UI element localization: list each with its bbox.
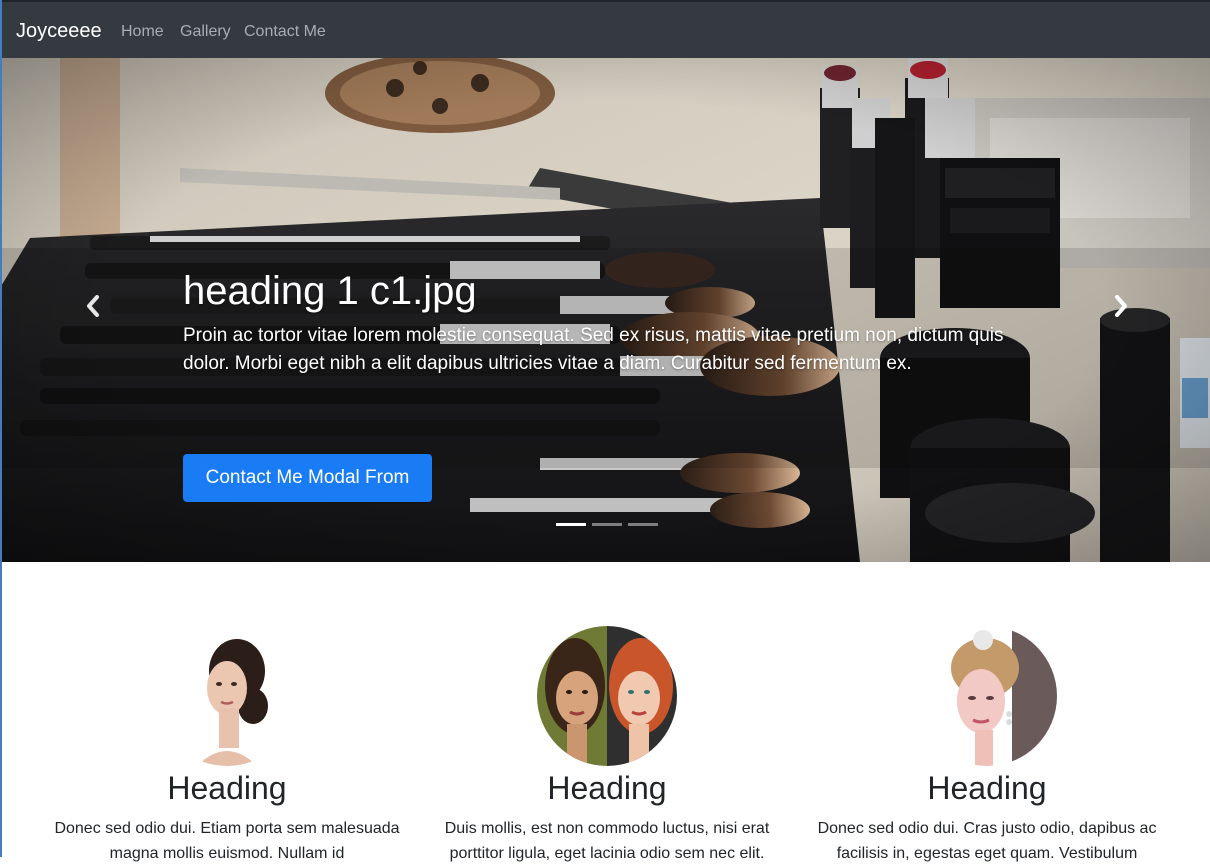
carousel-indicator[interactable] [592, 523, 622, 526]
nav-link-contact-me[interactable]: Contact Me [244, 22, 326, 42]
feature-heading: Heading [927, 770, 1047, 806]
feature-text: Donec sed odio dui. Cras justo odio, dap… [817, 820, 1157, 862]
carousel-caption-title: heading 1 c1.jpg [183, 269, 477, 313]
carousel-next-button[interactable] [1106, 291, 1136, 321]
chevron-right-icon [1115, 295, 1127, 317]
nav-link-gallery[interactable]: Gallery [180, 22, 231, 42]
nav-link-home[interactable]: Home [121, 22, 164, 42]
page-edge [0, 0, 2, 857]
carousel-caption-text: Proin ac tortor vitae lorem molestie con… [183, 325, 1004, 374]
feature-column: Heading Duis mollis, est non commodo luc… [427, 626, 787, 866]
feature-text: Donec sed odio dui. Etiam porta sem male… [54, 820, 400, 862]
feature-column: Heading Donec sed odio dui. Etiam porta … [47, 626, 407, 866]
feature-text: Duis mollis, est non commodo luctus, nis… [444, 820, 770, 862]
feature-column: Heading Donec sed odio dui. Cras justo o… [807, 626, 1167, 866]
contact-me-modal-button[interactable]: Contact Me Modal From [183, 454, 432, 502]
carousel-indicator[interactable] [628, 523, 658, 526]
carousel-indicators [556, 523, 658, 526]
avatar [537, 626, 677, 766]
carousel-prev-button[interactable] [78, 291, 108, 321]
carousel-indicator[interactable] [556, 523, 586, 526]
navbar: Joyceeee Home Gallery Contact Me [0, 0, 1210, 58]
avatar [157, 626, 297, 766]
carousel-caption: heading 1 c1.jpg Proin ac tortor vitae l… [183, 266, 1033, 378]
avatar [917, 626, 1057, 766]
feature-heading: Heading [167, 770, 287, 806]
chevron-left-icon [87, 295, 99, 317]
navbar-brand[interactable]: Joyceeee [16, 19, 102, 43]
feature-heading: Heading [547, 770, 667, 806]
